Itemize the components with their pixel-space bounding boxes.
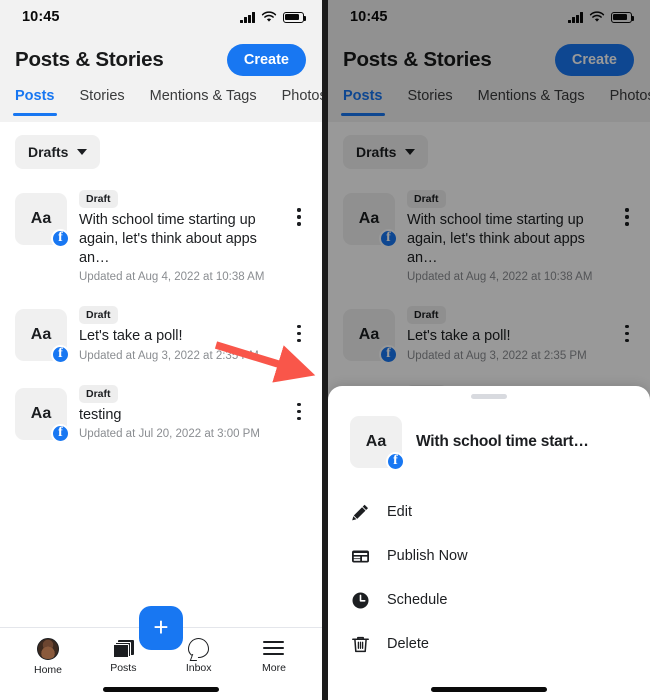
- chevron-down-icon: [77, 149, 88, 155]
- draft-options-kebab-icon[interactable]: [290, 311, 308, 355]
- menu-item-delete[interactable]: Delete: [328, 622, 650, 666]
- menu-item-edit[interactable]: Edit: [328, 490, 650, 534]
- menu-label-edit: Edit: [387, 504, 412, 520]
- plus-icon: +: [153, 611, 169, 642]
- nav-item-more[interactable]: More: [248, 638, 300, 674]
- sheet-thumbnail: Aa f: [350, 416, 405, 471]
- avatar-icon: [37, 638, 59, 660]
- menu-item-schedule[interactable]: Schedule: [328, 578, 650, 622]
- publish-card-icon: [350, 546, 370, 566]
- nav-label-inbox: Inbox: [185, 662, 212, 674]
- menu-item-publish-now[interactable]: Publish Now: [328, 534, 650, 578]
- draft-options-kebab-icon[interactable]: [290, 195, 308, 239]
- tab-photos[interactable]: Photos: [282, 86, 322, 104]
- draft-list-item[interactable]: Aa f Draft With school time starting up …: [0, 177, 322, 293]
- inbox-icon: [188, 638, 210, 658]
- facebook-badge-icon: f: [386, 452, 405, 471]
- app-header: Posts & Stories Create: [0, 34, 322, 86]
- draft-body: Draft Let's take a poll! Updated at Aug …: [79, 303, 278, 362]
- draft-options-bottom-sheet: Aa f With school time start… Edit Publis…: [328, 386, 650, 700]
- menu-label-publish-now: Publish Now: [387, 548, 468, 564]
- draft-options-kebab-icon[interactable]: [290, 390, 308, 434]
- sheet-header: Aa f With school time start…: [328, 399, 650, 471]
- tab-stories[interactable]: Stories: [80, 86, 125, 104]
- menu-label-delete: Delete: [387, 636, 429, 652]
- wifi-icon: [261, 11, 277, 22]
- tab-bar: Posts Stories Mentions & Tags Photos: [0, 86, 322, 122]
- draft-list-item[interactable]: Aa f Draft Let's take a poll! Updated at…: [0, 293, 322, 371]
- status-bar: 10:45: [0, 0, 322, 34]
- tab-mentions-and-tags[interactable]: Mentions & Tags: [150, 86, 257, 104]
- sheet-title: With school time start…: [416, 433, 589, 450]
- draft-updated-at: Updated at Jul 20, 2022 at 3:00 PM: [79, 427, 260, 440]
- status-badge: Draft: [79, 384, 118, 403]
- page-title: Posts & Stories: [15, 48, 164, 71]
- draft-thumbnail: Aa f: [15, 309, 70, 365]
- draft-title: testing: [79, 406, 122, 423]
- sheet-menu: Edit Publish Now Schedule Delete: [328, 468, 650, 666]
- create-post-fab[interactable]: +: [139, 606, 183, 650]
- status-bar-icons: [240, 11, 307, 23]
- draft-body: Draft testing Updated at Jul 20, 2022 at…: [79, 382, 278, 440]
- drafts-filter-label: Drafts: [28, 144, 69, 160]
- screenshot-root: 10:45 Posts & Stories Create Posts Stori…: [0, 0, 650, 700]
- tab-posts[interactable]: Posts: [13, 86, 56, 116]
- facebook-badge-icon: f: [51, 423, 70, 443]
- pencil-icon: [350, 502, 370, 522]
- menu-label-schedule: Schedule: [387, 592, 448, 608]
- draft-thumbnail: Aa f: [15, 193, 70, 248]
- create-button[interactable]: Create: [226, 43, 306, 77]
- nav-item-home[interactable]: Home: [22, 638, 74, 676]
- posts-icon: [112, 638, 134, 658]
- draft-title: Let's take a poll!: [79, 328, 183, 345]
- battery-icon: [283, 11, 307, 23]
- filter-row: Drafts: [0, 122, 322, 177]
- status-bar-time: 10:45: [22, 9, 60, 25]
- facebook-badge-icon: f: [51, 345, 70, 365]
- status-badge: Draft: [79, 190, 118, 208]
- nav-label-more: More: [262, 662, 286, 674]
- phone-screen-left: 10:45 Posts & Stories Create Posts Stori…: [0, 0, 322, 700]
- clock-icon: [350, 590, 370, 610]
- status-badge: Draft: [79, 306, 118, 325]
- draft-title: With school time starting up again, let'…: [79, 212, 257, 267]
- posts-content: Drafts Aa f Draft With school time start…: [0, 122, 322, 700]
- draft-body: Draft With school time starting up again…: [79, 187, 278, 283]
- nav-label-posts: Posts: [110, 662, 137, 674]
- home-indicator: [431, 687, 547, 692]
- drafts-filter-chip[interactable]: Drafts: [15, 135, 101, 169]
- draft-thumbnail: Aa f: [15, 387, 70, 443]
- draft-list-item[interactable]: Aa f Draft testing Updated at Jul 20, 20…: [0, 372, 322, 450]
- nav-label-home: Home: [33, 664, 62, 676]
- trash-icon: [350, 634, 370, 654]
- hamburger-icon: [263, 638, 285, 658]
- cellular-signal-icon: [240, 12, 255, 23]
- draft-updated-at: Updated at Aug 3, 2022 at 2:35 PM: [79, 349, 259, 362]
- home-indicator: [103, 687, 219, 692]
- facebook-badge-icon: f: [51, 229, 70, 248]
- phone-screen-right: 10:45 Posts & Stories Create Posts Stori…: [328, 0, 650, 700]
- draft-updated-at: Updated at Aug 4, 2022 at 10:38 AM: [79, 271, 265, 284]
